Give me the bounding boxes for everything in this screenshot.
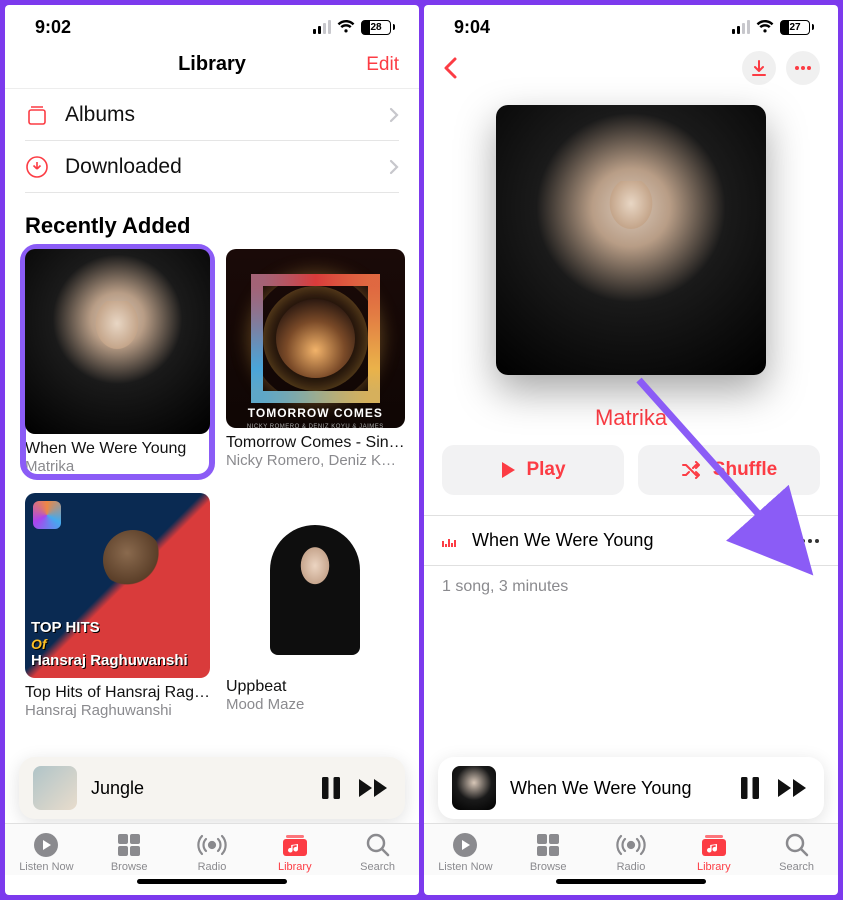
album-card[interactable]: When We Were Young Matrika (25, 249, 210, 475)
now-playing-bar[interactable]: Jungle (19, 757, 405, 819)
shuffle-button[interactable]: Shuffle (638, 445, 820, 495)
wifi-icon (337, 20, 355, 34)
tab-bar: Listen Now Browse Radio Library Search (5, 823, 419, 875)
tab-browse[interactable]: Browse (88, 832, 171, 873)
screen-library: 9:02 28 Library Edit Albums (5, 5, 419, 895)
home-indicator[interactable] (424, 875, 838, 895)
chevron-right-icon (389, 107, 399, 123)
album-meta: 1 song, 3 minutes (424, 566, 838, 608)
tab-search[interactable]: Search (755, 832, 838, 873)
tab-library[interactable]: Library (672, 832, 755, 873)
album-card[interactable]: Uppbeat Mood Maze (226, 493, 405, 719)
track-row[interactable]: When We Were Young (424, 516, 838, 566)
row-albums[interactable]: Albums (25, 89, 399, 141)
next-button[interactable] (357, 775, 391, 801)
now-playing-art (33, 766, 77, 810)
status-time: 9:02 (35, 17, 71, 38)
tab-browse[interactable]: Browse (507, 832, 590, 873)
now-playing-art (452, 766, 496, 810)
album-art (25, 249, 210, 434)
track-more-button[interactable] (800, 538, 820, 544)
downloaded-icon (25, 155, 49, 179)
screen-album: 9:04 27 Matrika Play (424, 5, 838, 895)
album-card[interactable]: TOP HITSOfHansraj Raghuwanshi Top Hits o… (25, 493, 210, 719)
album-art (226, 493, 405, 672)
tab-bar: Listen Now Browse Radio Library Search (424, 823, 838, 875)
battery-icon: 28 (361, 20, 395, 35)
row-downloaded[interactable]: Downloaded (25, 141, 399, 193)
edit-button[interactable]: Edit (339, 54, 399, 76)
home-indicator[interactable] (5, 875, 419, 895)
wifi-icon (756, 20, 774, 34)
tab-radio[interactable]: Radio (171, 832, 254, 873)
back-button[interactable] (442, 56, 458, 80)
more-button[interactable] (786, 51, 820, 85)
tab-radio[interactable]: Radio (590, 832, 673, 873)
nav-bar (424, 43, 838, 91)
albums-icon (25, 103, 49, 127)
nav-bar: Library Edit (5, 43, 419, 89)
tab-library[interactable]: Library (253, 832, 336, 873)
now-playing-bar[interactable]: When We Were Young (438, 757, 824, 819)
album-card[interactable]: TOMORROW COMES NICKY ROMERO & DENIZ KOYU… (226, 249, 405, 475)
next-button[interactable] (776, 775, 810, 801)
playing-indicator-icon (442, 535, 456, 547)
pause-button[interactable] (319, 775, 343, 801)
tab-listen-now[interactable]: Listen Now (5, 832, 88, 873)
status-bar: 9:02 28 (5, 5, 419, 43)
album-art: TOP HITSOfHansraj Raghuwanshi (25, 493, 210, 678)
play-button[interactable]: Play (442, 445, 624, 495)
album-art: TOMORROW COMES NICKY ROMERO & DENIZ KOYU… (226, 249, 405, 428)
tab-search[interactable]: Search (336, 832, 419, 873)
pause-button[interactable] (738, 775, 762, 801)
cell-signal-icon (732, 20, 750, 34)
status-bar: 9:04 27 (424, 5, 838, 43)
status-time: 9:04 (454, 17, 490, 38)
download-button[interactable] (742, 51, 776, 85)
artist-name[interactable]: Matrika (424, 405, 838, 431)
chevron-right-icon (389, 159, 399, 175)
section-title: Recently Added (5, 193, 419, 249)
now-playing-title: When We Were Young (510, 778, 724, 799)
tab-listen-now[interactable]: Listen Now (424, 832, 507, 873)
now-playing-title: Jungle (91, 778, 305, 799)
page-title: Library (178, 53, 246, 76)
cell-signal-icon (313, 20, 331, 34)
album-art-large[interactable] (496, 105, 766, 375)
battery-icon: 27 (780, 20, 814, 35)
